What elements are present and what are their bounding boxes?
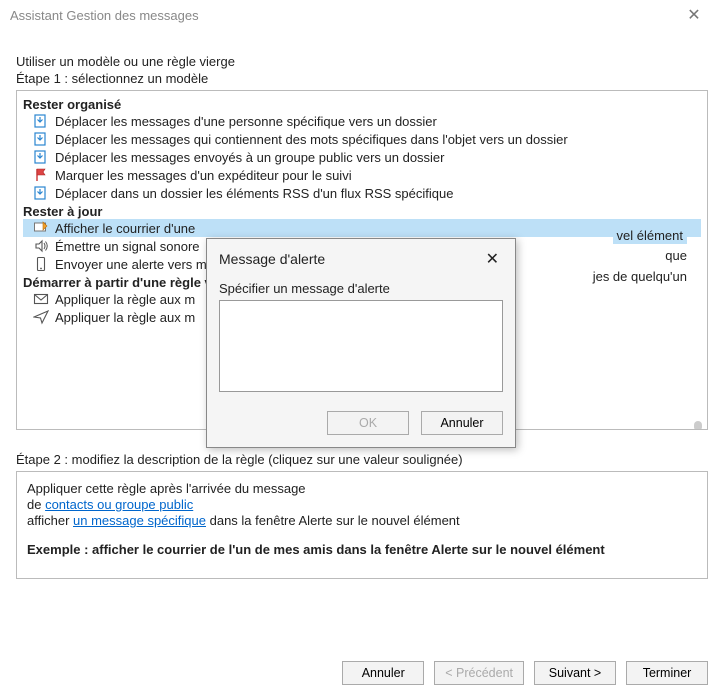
rule-mobile-tail: jes de quelqu'un xyxy=(593,269,687,284)
dialog-close-button[interactable]: ✕ xyxy=(482,249,503,269)
move-to-folder-icon xyxy=(33,131,49,147)
desc-line2: de contacts ou groupe public xyxy=(27,497,697,512)
alert-window-icon xyxy=(33,220,49,236)
step1-label: Étape 1 : sélectionnez un modèle xyxy=(16,71,708,86)
rule-move-rss[interactable]: Déplacer dans un dossier les éléments RS… xyxy=(23,184,701,202)
rule-sound-tail: que xyxy=(665,248,687,263)
rule-label: Déplacer les messages qui contiennent de… xyxy=(55,132,568,147)
rule-move-group[interactable]: Déplacer les messages envoyés à un group… xyxy=(23,148,701,166)
move-to-folder-icon xyxy=(33,185,49,201)
rule-label: Envoyer une alerte vers m xyxy=(55,257,207,272)
rule-flag-sender[interactable]: Marquer les messages d'un expéditeur pou… xyxy=(23,166,701,184)
desc-line3: afficher un message spécifique dans la f… xyxy=(27,513,697,528)
dialog-cancel-button[interactable]: Annuler xyxy=(421,411,503,435)
rule-list-organised: Déplacer les messages d'une personne spé… xyxy=(23,112,701,202)
desc-example: Exemple : afficher le courrier de l'un d… xyxy=(27,542,697,557)
titlebar: Assistant Gestion des messages ✕ xyxy=(0,0,724,30)
envelope-icon xyxy=(33,291,49,307)
step2-label: Étape 2 : modifiez la description de la … xyxy=(16,452,708,467)
category-organised: Rester organisé xyxy=(23,97,701,112)
dialog-ok-button: OK xyxy=(327,411,409,435)
rule-label: Déplacer dans un dossier les éléments RS… xyxy=(55,186,453,201)
desc-line1: Appliquer cette règle après l'arrivée du… xyxy=(27,481,697,496)
wizard-footer: Annuler < Précédent Suivant > Terminer xyxy=(0,661,724,685)
move-to-folder-icon xyxy=(33,149,49,165)
scrollbar[interactable] xyxy=(691,101,705,419)
cancel-button[interactable]: Annuler xyxy=(342,661,424,685)
window-close-button[interactable]: ✕ xyxy=(674,5,714,25)
send-icon xyxy=(33,309,49,325)
window-title: Assistant Gestion des messages xyxy=(10,8,674,23)
dialog-label: Spécifier un message d'alerte xyxy=(219,281,503,296)
finish-button[interactable]: Terminer xyxy=(626,661,708,685)
rule-alert-window[interactable]: Afficher le courrier d'une xyxy=(23,219,701,237)
previous-button: < Précédent xyxy=(434,661,524,685)
rule-label: Afficher le courrier d'une xyxy=(55,221,195,236)
dialog-titlebar: Message d'alerte ✕ xyxy=(207,239,515,277)
rule-move-person[interactable]: Déplacer les messages d'une personne spé… xyxy=(23,112,701,130)
rule-alert-window-tail: vel élément xyxy=(613,227,687,244)
flag-icon xyxy=(33,167,49,183)
sound-icon xyxy=(33,238,49,254)
rule-label: Appliquer la règle aux m xyxy=(55,310,195,325)
rule-label: Déplacer les messages envoyés à un group… xyxy=(55,150,445,165)
alert-message-input[interactable] xyxy=(219,300,503,392)
alert-message-dialog: Message d'alerte ✕ Spécifier un message … xyxy=(206,238,516,448)
rule-label: Déplacer les messages d'une personne spé… xyxy=(55,114,437,129)
mobile-icon xyxy=(33,256,49,272)
description-panel: Appliquer cette règle après l'arrivée du… xyxy=(16,471,708,579)
dialog-body: Spécifier un message d'alerte xyxy=(207,277,515,405)
move-to-folder-icon xyxy=(33,113,49,129)
intro-heading: Utiliser un modèle ou une règle vierge xyxy=(16,54,708,69)
rule-label: Appliquer la règle aux m xyxy=(55,292,195,307)
category-uptodate: Rester à jour xyxy=(23,204,701,219)
rule-label: Émettre un signal sonore xyxy=(55,239,200,254)
dialog-footer: OK Annuler xyxy=(207,405,515,447)
next-button[interactable]: Suivant > xyxy=(534,661,616,685)
link-message[interactable]: un message spécifique xyxy=(73,513,206,528)
dialog-title: Message d'alerte xyxy=(219,251,482,267)
link-contacts[interactable]: contacts ou groupe public xyxy=(45,497,193,512)
rule-label: Marquer les messages d'un expéditeur pou… xyxy=(55,168,352,183)
rule-move-words[interactable]: Déplacer les messages qui contiennent de… xyxy=(23,130,701,148)
scrollbar-thumb[interactable] xyxy=(694,421,702,430)
